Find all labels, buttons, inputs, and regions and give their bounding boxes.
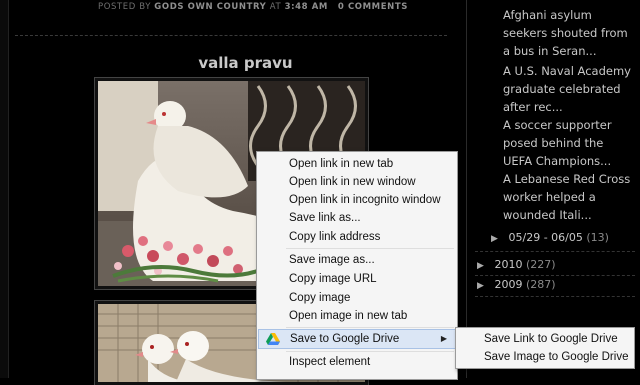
- archive-count: (227): [526, 258, 556, 271]
- at-label: at: [269, 2, 282, 12]
- archive-label[interactable]: 05/29 - 06/05: [509, 231, 583, 244]
- menu-separator: [286, 248, 454, 249]
- archive-year-2009[interactable]: ▶ 2009 (287): [477, 278, 556, 291]
- archive-count: (13): [586, 231, 609, 244]
- menu-save-to-google-drive[interactable]: Save to Google Drive ▶: [258, 329, 456, 349]
- archive-count: (287): [526, 278, 556, 291]
- sidebar: Afghani asylum seekers shouted from a bu…: [466, 0, 640, 378]
- menu-save-link-as[interactable]: Save link as...: [258, 209, 456, 227]
- context-menu: Open link in new tab Open link in new wi…: [256, 151, 458, 380]
- news-text[interactable]: A U.S. Naval Academy graduate celebrated…: [503, 64, 631, 114]
- archive-label[interactable]: 2010: [495, 258, 523, 271]
- archive-divider: [475, 296, 635, 297]
- menu-open-link-incognito[interactable]: Open link in incognito window: [258, 191, 456, 209]
- triangle-right-icon[interactable]: ▶: [477, 261, 491, 271]
- news-text[interactable]: A soccer supporter posed behind the UEFA…: [503, 118, 612, 168]
- archive-week-row[interactable]: ▶ 05/29 - 06/05 (13): [491, 231, 609, 244]
- menu-copy-link-address[interactable]: Copy link address: [258, 228, 456, 246]
- menu-inspect-element[interactable]: Inspect element: [258, 353, 456, 371]
- submenu-save-image-to-drive[interactable]: Save Image to Google Drive: [484, 348, 628, 366]
- submenu-arrow-icon: ▶: [440, 334, 447, 343]
- archive-label[interactable]: 2009: [495, 278, 523, 291]
- archive-year-2010[interactable]: ▶ 2010 (227): [477, 258, 556, 271]
- comments-link[interactable]: 0 Comments: [338, 2, 408, 12]
- post-divider: [15, 35, 447, 36]
- archive-divider: [475, 275, 635, 276]
- post-time-link[interactable]: 3:48 AM: [285, 2, 328, 12]
- menu-save-image-as[interactable]: Save image as...: [258, 251, 456, 269]
- google-drive-icon: [266, 333, 280, 345]
- news-link-3[interactable]: A soccer supporter posed behind the UEFA…: [503, 116, 633, 170]
- menu-separator: [286, 327, 454, 328]
- menu-copy-image-url[interactable]: Copy image URL: [258, 270, 456, 288]
- posted-by-label: Posted by: [98, 2, 151, 12]
- left-page-edge: [0, 0, 9, 378]
- triangle-right-icon[interactable]: ▶: [477, 281, 491, 291]
- news-text[interactable]: Afghani asylum seekers shouted from a bu…: [503, 8, 628, 58]
- google-drive-submenu: Save Link to Google Drive Save Image to …: [455, 327, 635, 369]
- menu-copy-image[interactable]: Copy image: [258, 289, 456, 307]
- news-link-4[interactable]: A Lebanese Red Cross worker helped a wou…: [503, 170, 633, 224]
- menu-separator: [286, 351, 454, 352]
- submenu-save-link-to-drive[interactable]: Save Link to Google Drive: [484, 330, 618, 348]
- triangle-right-icon[interactable]: ▶: [491, 234, 505, 244]
- menu-open-link-new-tab[interactable]: Open link in new tab: [258, 155, 456, 173]
- menu-open-image-new-tab[interactable]: Open image in new tab: [258, 307, 456, 325]
- menu-label[interactable]: Save to Google Drive: [290, 333, 399, 345]
- news-text[interactable]: A Lebanese Red Cross worker helped a wou…: [503, 172, 630, 222]
- archive-divider: [475, 251, 635, 252]
- post-author-link[interactable]: Gods Own Country: [154, 2, 266, 12]
- menu-open-link-new-window[interactable]: Open link in new window: [258, 173, 456, 191]
- post-footer: Posted by Gods Own Country at 3:48 AM 0 …: [98, 2, 408, 12]
- post-title: valla pravu: [198, 54, 293, 72]
- news-link-1[interactable]: Afghani asylum seekers shouted from a bu…: [503, 6, 633, 60]
- news-link-2[interactable]: A U.S. Naval Academy graduate celebrated…: [503, 62, 633, 116]
